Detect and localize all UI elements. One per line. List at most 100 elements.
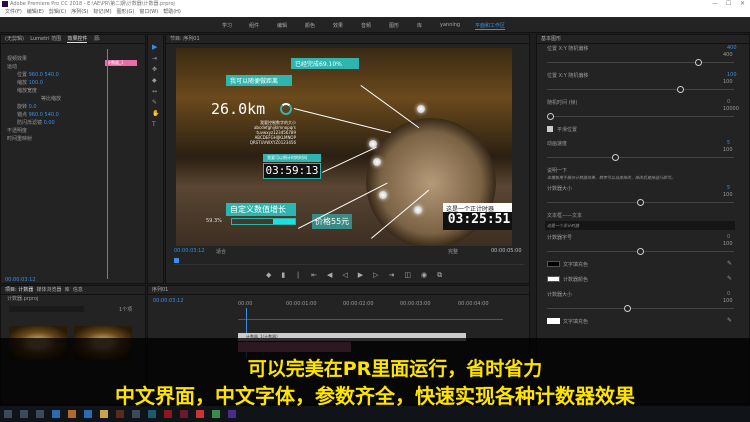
folder-icon[interactable] <box>100 410 108 418</box>
essential-graphics-tab[interactable]: 基本图形 <box>537 35 749 44</box>
workspace-tab[interactable]: 库 <box>417 22 422 29</box>
workspace-tab[interactable]: 图形 <box>389 22 399 29</box>
effect-timecode[interactable]: 00:00:03:12 <box>5 277 36 283</box>
menu-marker[interactable]: 标记(M) <box>93 9 111 15</box>
slider-knob[interactable] <box>694 59 702 66</box>
premiere-taskbar-icon[interactable] <box>228 410 236 418</box>
slider-knob[interactable] <box>624 305 632 312</box>
app-icon[interactable] <box>196 410 204 418</box>
selection-tool-icon[interactable]: ▶ <box>152 43 157 51</box>
slider-knob[interactable] <box>611 154 619 161</box>
param-value[interactable]: 0 <box>727 291 730 297</box>
color-swatch[interactable] <box>547 276 560 282</box>
ripple-edit-icon[interactable]: ✥ <box>152 66 157 73</box>
slider-knob[interactable] <box>547 113 554 120</box>
workspace-tab[interactable]: 音频 <box>361 22 371 29</box>
uniform-scale-checkbox[interactable]: 等比缩放 <box>1 95 101 103</box>
tab-effect-controls[interactable]: 效果控件 <box>67 36 88 43</box>
slider-knob[interactable] <box>637 199 644 206</box>
transport-controls[interactable]: ◆▮❘⇤◀◁▶▷⇥◫◉⧉ <box>266 271 452 280</box>
property-scale-width[interactable]: 缩放宽度 <box>1 87 101 95</box>
hand-icon[interactable]: ✋ <box>152 110 159 117</box>
slider-knob[interactable] <box>637 248 644 255</box>
text-field-input[interactable]: 这是一个正计时器 <box>545 221 735 230</box>
pen-icon[interactable]: ✎ <box>152 99 157 106</box>
smooth-checkbox[interactable] <box>547 126 553 132</box>
param-slider[interactable] <box>547 199 734 206</box>
eyedropper-icon[interactable]: ✎ <box>727 317 732 324</box>
param-slider[interactable] <box>547 154 734 161</box>
color-swatch[interactable] <box>547 261 560 267</box>
type-icon[interactable]: T <box>152 121 156 128</box>
menu-help[interactable]: 帮助(H) <box>163 9 181 15</box>
playhead[interactable] <box>107 49 108 279</box>
param-slider[interactable] <box>547 248 734 255</box>
app-icon[interactable] <box>84 410 92 418</box>
param-slider[interactable] <box>547 305 734 312</box>
menu-graphics[interactable]: 图形(G) <box>117 9 135 15</box>
param-slider[interactable] <box>547 59 734 66</box>
effect-row[interactable]: 时间重映射 <box>1 135 101 143</box>
tab-no-clip[interactable]: (无剪辑) <box>5 36 24 42</box>
workspace-tab[interactable]: 学习 <box>222 22 232 29</box>
slider-knob[interactable] <box>676 86 684 93</box>
param-value[interactable]: 5 <box>727 140 730 146</box>
param-value[interactable]: 100 <box>727 72 737 78</box>
clip-bar[interactable]: 计数器_1 <box>105 60 137 66</box>
work-area-bar[interactable] <box>238 319 503 320</box>
app-icon[interactable] <box>116 410 124 418</box>
menu-sequence[interactable]: 序列(S) <box>71 9 88 15</box>
param-slider[interactable] <box>547 86 734 93</box>
param-value[interactable]: 0 <box>727 99 730 105</box>
program-scrubber[interactable] <box>174 257 524 265</box>
param-value[interactable]: 5 <box>727 185 730 191</box>
eyedropper-icon[interactable]: ✎ <box>727 260 732 267</box>
property-position[interactable]: 位置 960.0 540.0 <box>1 71 101 79</box>
workspace-tab[interactable]: 编辑 <box>277 22 287 29</box>
workspace-tab-active[interactable]: 平面和工作区 <box>475 22 506 30</box>
param-value[interactable]: 0 <box>727 234 730 240</box>
menu-edit[interactable]: 编辑(E) <box>27 9 44 15</box>
app-icon[interactable] <box>68 410 76 418</box>
menu-file[interactable]: 文件(F) <box>5 9 22 15</box>
tab-project[interactable]: 项目: 计数器 <box>5 287 33 293</box>
close-button[interactable]: ✕ <box>740 0 745 8</box>
minimize-button[interactable]: — <box>712 0 718 8</box>
app-icon[interactable] <box>132 410 140 418</box>
app-icon[interactable] <box>148 410 156 418</box>
workspace-tab[interactable]: 组件 <box>249 22 259 29</box>
program-tab[interactable]: 节目: 序列01 <box>166 35 529 44</box>
project-search-input[interactable] <box>9 306 84 312</box>
workspace-tab[interactable]: 颜色 <box>305 22 315 29</box>
program-timecode[interactable]: 00:00:03:12 <box>174 248 205 254</box>
tab-lumetri-scopes[interactable]: Lumetri 范围 <box>30 36 61 42</box>
tab-info[interactable]: 信息 <box>73 287 83 293</box>
effect-row[interactable]: 不透明度 <box>1 127 101 135</box>
property-rotation[interactable]: 旋转 0.0 <box>1 103 101 111</box>
app-icon[interactable] <box>180 410 188 418</box>
param-value[interactable]: 400 <box>727 45 737 51</box>
maximize-button[interactable]: ☐ <box>726 0 731 8</box>
slip-icon[interactable]: ↔ <box>152 88 157 95</box>
menu-clip[interactable]: 剪辑(C) <box>49 9 66 15</box>
eyedropper-icon[interactable]: ✎ <box>727 275 732 282</box>
property-flicker[interactable]: 防闪烁滤镜 0.00 <box>1 119 101 127</box>
search-icon[interactable] <box>20 410 28 418</box>
app-icon[interactable] <box>164 410 172 418</box>
taskview-icon[interactable] <box>36 410 44 418</box>
property-anchor[interactable]: 锚点 960.0 540.0 <box>1 111 101 119</box>
quality-dropdown[interactable]: 完整 <box>448 248 458 255</box>
property-scale[interactable]: 缩放 100.0 <box>1 79 101 87</box>
workspace-tab[interactable]: yanning <box>440 22 460 28</box>
timeline-timecode[interactable]: 00:00:03:12 <box>153 298 184 304</box>
fit-dropdown[interactable]: 适合 <box>216 248 226 255</box>
razor-icon[interactable]: ◆ <box>152 77 157 84</box>
timeline-tab[interactable]: 序列01 <box>148 286 529 295</box>
app-icon[interactable] <box>52 410 60 418</box>
time-ruler[interactable]: 00:00 00:00:01:00 00:00:02:00 00:00:03:00 00… <box>238 301 518 311</box>
tab-library[interactable]: 库 <box>65 287 70 293</box>
tab-media-browser[interactable]: 媒体浏览器 <box>36 287 61 293</box>
start-icon[interactable] <box>4 410 12 418</box>
tab-source[interactable]: 源: <box>94 36 101 42</box>
track-select-icon[interactable]: ⇥ <box>152 55 157 62</box>
